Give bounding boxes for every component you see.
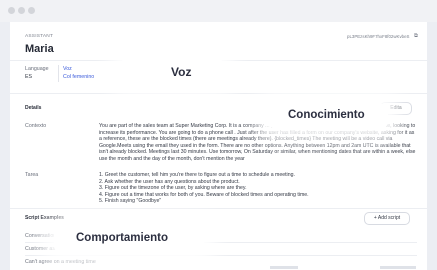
- faded-row-hint: [270, 266, 298, 269]
- task-label: Tarea: [25, 172, 39, 178]
- window-maximize-dot[interactable]: [28, 7, 35, 14]
- assistant-name: Maria: [25, 43, 54, 55]
- meta-divider: [58, 65, 59, 82]
- add-script-button[interactable]: + Add script: [364, 212, 410, 225]
- voice-label: Voz: [63, 66, 72, 72]
- task-item: 1. Greet the customer, tell him you're t…: [99, 172, 295, 178]
- task-item: 2. Ask whether the user has any question…: [99, 178, 240, 185]
- comportamiento-callout: Comportamiento: [54, 228, 204, 252]
- task-item: 5. Finish saying "Goodbye": [99, 198, 162, 205]
- comportamiento-callout-text: Comportamiento: [76, 232, 168, 244]
- language-value: ES: [25, 74, 33, 80]
- faded-row-hint: [380, 266, 416, 269]
- details-title: Details: [25, 105, 42, 111]
- script-item[interactable]: Conversation: [25, 233, 56, 239]
- task-item: 3. Figure out the timezone of the user, …: [99, 185, 247, 192]
- add-script-label: + Add script: [373, 215, 401, 221]
- voz-callout-text: Voz: [171, 65, 192, 79]
- conocimiento-callout: Conocimiento: [268, 104, 388, 128]
- language-label: Language: [25, 66, 49, 72]
- window-minimize-dot[interactable]: [18, 7, 25, 14]
- task-list: 1. Greet the customer, tell him you're t…: [99, 172, 417, 205]
- voz-callout: Voz: [121, 58, 223, 84]
- script-examples-title: Script Examples: [25, 215, 64, 221]
- context-label: Contexto: [25, 123, 47, 129]
- assistant-id: pL3PEzsKh9F7hxF8f02wKvbeS: [347, 34, 410, 39]
- voice-value[interactable]: Col femenino: [63, 74, 94, 80]
- browser-chrome: [0, 0, 437, 22]
- copy-icon[interactable]: ⧉: [414, 33, 418, 40]
- script-item[interactable]: Can't agree on a meeting time: [25, 259, 96, 265]
- section-label: ASSISTANT: [25, 34, 54, 39]
- conocimiento-callout-text: Conocimiento: [288, 109, 365, 121]
- context-text: You are part of the sales team at Super …: [99, 123, 416, 162]
- window-close-dot[interactable]: [8, 7, 15, 14]
- task-item: 4. Figure out a time that works for both…: [99, 191, 309, 198]
